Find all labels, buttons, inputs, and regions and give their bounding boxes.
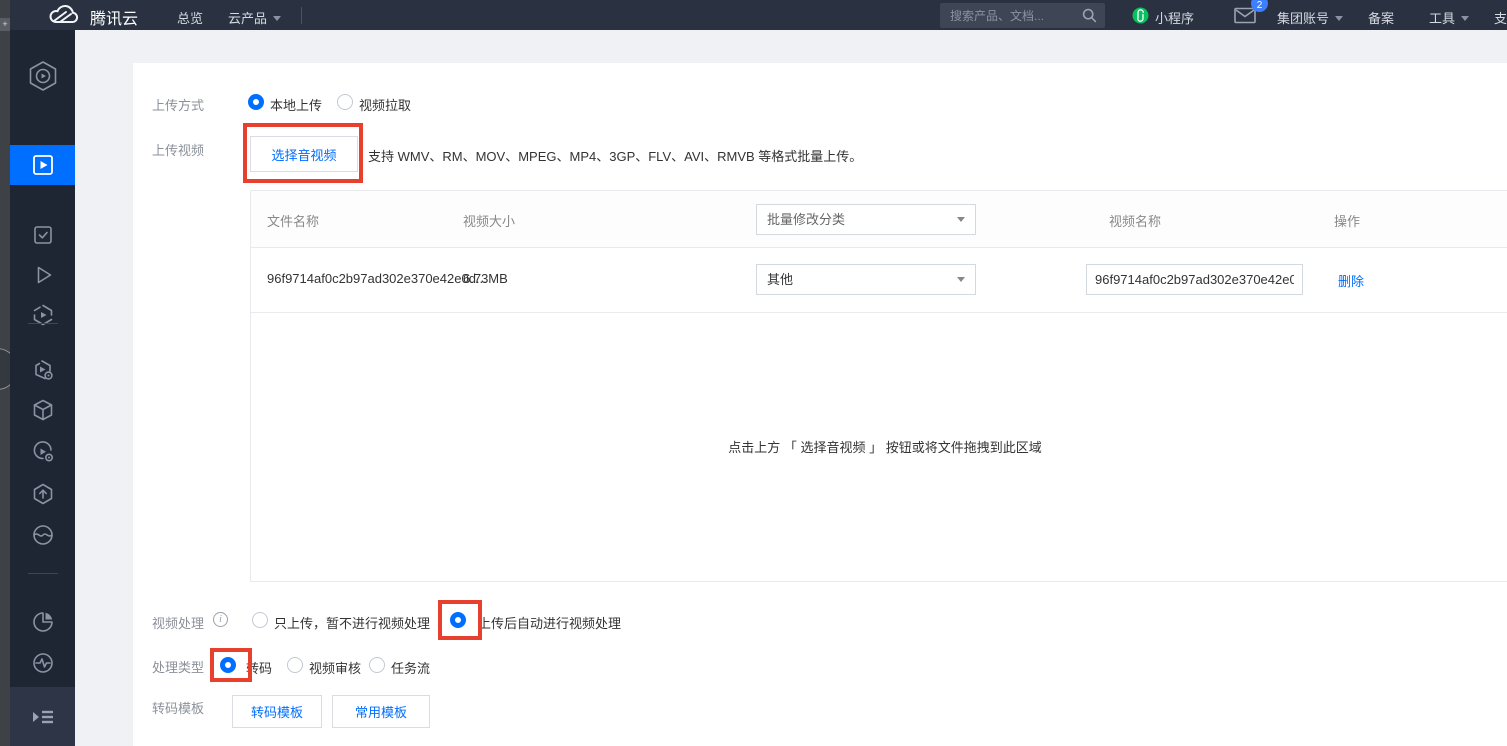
sidebar-item-collapse[interactable] xyxy=(10,687,75,746)
sidebar-item-media-process[interactable] xyxy=(10,350,75,390)
sidebar-item-review[interactable] xyxy=(10,215,75,255)
video-processing-label: 视频处理 xyxy=(152,613,204,632)
sidebar-item-play[interactable] xyxy=(10,255,75,295)
upload-video-label: 上传视频 xyxy=(152,140,204,159)
chevron-down-icon xyxy=(1335,16,1343,21)
task-clock-icon xyxy=(31,440,55,464)
nav-support[interactable]: 支持 xyxy=(1494,8,1507,27)
delete-link[interactable]: 删除 xyxy=(1338,271,1364,290)
common-template-button[interactable]: 常用模板 xyxy=(332,695,430,728)
sidebar-divider xyxy=(28,573,58,574)
sidebar-item-3d-media[interactable] xyxy=(10,390,75,430)
radio-video-pull[interactable] xyxy=(337,94,353,110)
info-icon[interactable]: i xyxy=(213,612,228,627)
monitor-pulse-icon xyxy=(31,651,55,675)
plus-icon: + xyxy=(0,18,10,31)
miniprogram-icon[interactable] xyxy=(1132,7,1149,24)
data-flow-icon xyxy=(31,523,55,547)
sidebar-divider xyxy=(28,323,58,324)
nav-overview[interactable]: 总览 xyxy=(177,8,203,27)
nav-beian[interactable]: 备案 xyxy=(1368,8,1394,27)
radio-auto-process-label[interactable]: 上传后自动进行视频处理 xyxy=(478,613,621,632)
table-row: 96f9714af0c2b97ad302e370e42e0d... 6.73MB… xyxy=(251,248,1507,313)
process-type-label: 处理类型 xyxy=(152,657,204,676)
search-input[interactable] xyxy=(940,3,1070,28)
pie-stats-icon xyxy=(31,610,55,634)
review-check-icon xyxy=(32,224,54,246)
radio-upload-only[interactable] xyxy=(252,612,268,628)
col-file-size: 视频大小 xyxy=(463,211,515,230)
media-process-icon xyxy=(31,358,55,382)
col-file-name: 文件名称 xyxy=(267,211,319,230)
radio-transcode[interactable] xyxy=(220,657,236,673)
chevron-down-icon xyxy=(957,277,965,282)
chevron-down-icon xyxy=(273,16,281,21)
mail-button[interactable] xyxy=(1234,7,1256,27)
sidebar-item-task-manage[interactable] xyxy=(10,432,75,472)
cube-icon xyxy=(31,398,55,422)
drop-zone-hint: 点击上方 「 选择音视频 」 按钮或将文件拖拽到此区域 xyxy=(251,437,1507,456)
upload-hexagon-icon xyxy=(31,482,55,506)
search-box[interactable] xyxy=(940,3,1105,28)
chevron-down-icon xyxy=(1461,16,1469,21)
vod-logo-icon xyxy=(26,59,60,93)
cell-file-size: 6.73MB xyxy=(463,271,508,286)
transcode-template-button[interactable]: 转码模板 xyxy=(232,695,322,728)
file-table-header: 文件名称 视频大小 批量修改分类 视频名称 操作 xyxy=(251,191,1507,248)
batch-category-select[interactable]: 批量修改分类 xyxy=(756,204,976,235)
brand-name[interactable]: 腾讯云 xyxy=(90,5,138,29)
media-play-square-icon xyxy=(31,153,55,177)
sidebar-item-vod-home[interactable] xyxy=(10,54,75,98)
search-icon[interactable] xyxy=(1082,8,1097,23)
nav-group-account[interactable]: 集团账号 xyxy=(1277,8,1343,27)
col-video-name: 视频名称 xyxy=(1109,211,1161,230)
transcode-template-label: 转码模板 xyxy=(152,698,204,717)
col-action: 操作 xyxy=(1334,211,1360,230)
tencent-cloud-logo-icon[interactable] xyxy=(46,4,80,26)
format-hint: 支持 WMV、RM、MOV、MPEG、MP4、3GP、FLV、AVI、RMVB … xyxy=(368,146,862,165)
radio-video-pull-label[interactable]: 视频拉取 xyxy=(359,95,411,114)
topbar-divider xyxy=(301,7,302,24)
nav-cloud-products[interactable]: 云产品 xyxy=(228,8,281,27)
radio-video-review-label[interactable]: 视频审核 xyxy=(309,658,361,677)
sidebar-item-distribution[interactable] xyxy=(10,474,75,514)
radio-auto-process[interactable] xyxy=(450,612,466,628)
file-table: 文件名称 视频大小 批量修改分类 视频名称 操作 96f9714af0c2b97… xyxy=(250,190,1507,582)
radio-local-upload-label[interactable]: 本地上传 xyxy=(270,95,322,114)
sidebar-item-media-package[interactable] xyxy=(10,295,75,335)
radio-local-upload[interactable] xyxy=(248,94,264,110)
miniprogram-label[interactable]: 小程序 xyxy=(1155,8,1194,27)
radio-video-review[interactable] xyxy=(287,657,303,673)
radio-upload-only-label[interactable]: 只上传，暂不进行视频处理 xyxy=(274,613,430,632)
row-category-select[interactable]: 其他 xyxy=(756,264,976,295)
mail-unread-badge: 2 xyxy=(1251,0,1268,12)
sidebar-item-media-assets[interactable] xyxy=(10,145,75,185)
nav-tools[interactable]: 工具 xyxy=(1429,8,1469,27)
sidebar xyxy=(10,30,75,746)
chevron-down-icon xyxy=(957,217,965,222)
radio-task-flow[interactable] xyxy=(369,657,385,673)
radio-transcode-label[interactable]: 转码 xyxy=(246,658,272,677)
play-triangle-icon xyxy=(32,264,54,286)
sidebar-item-data-flow[interactable] xyxy=(10,515,75,555)
cell-file-name: 96f9714af0c2b97ad302e370e42e0d... xyxy=(267,271,487,286)
radio-task-flow-label[interactable]: 任务流 xyxy=(391,658,430,677)
sidebar-item-monitor[interactable] xyxy=(10,643,75,683)
collapse-menu-icon xyxy=(31,707,55,727)
upload-method-label: 上传方式 xyxy=(152,95,204,114)
select-video-button[interactable]: 选择音视频 xyxy=(250,136,358,172)
video-name-input[interactable] xyxy=(1086,264,1303,295)
topbar: 腾讯云 总览 云产品 小程序 2 集团账号 备案 工具 支持 xyxy=(10,0,1507,30)
sidebar-item-statistics[interactable] xyxy=(10,602,75,642)
